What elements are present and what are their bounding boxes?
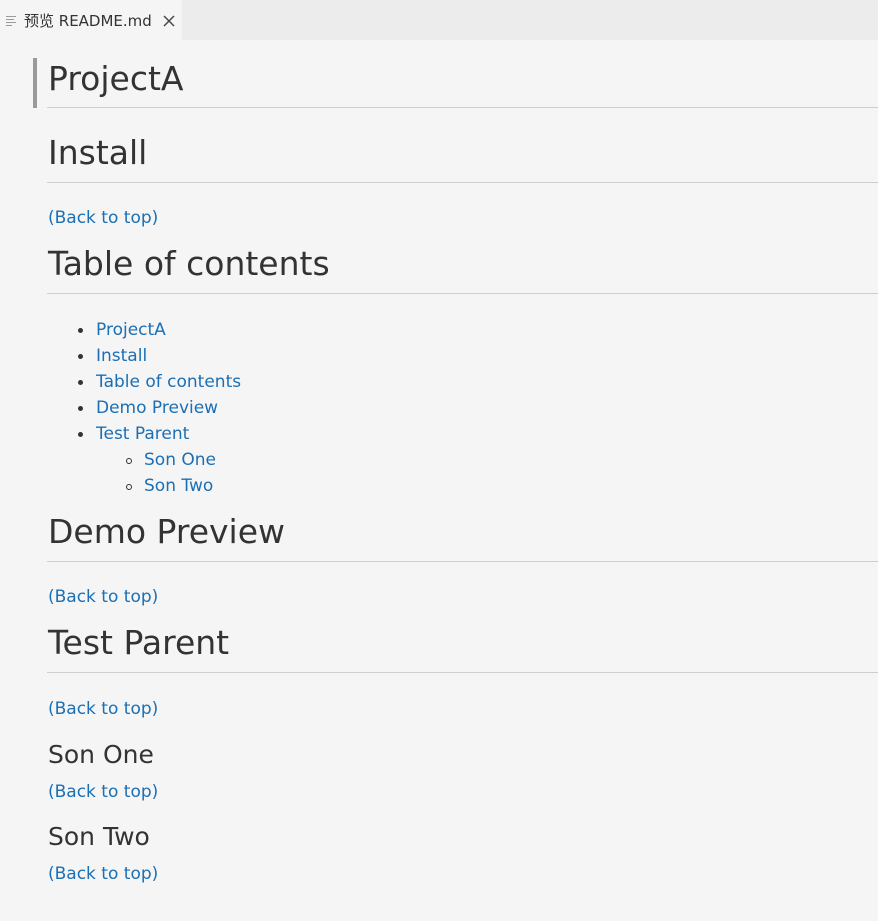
toc-item-test-parent: Test Parent xyxy=(78,426,189,443)
tab-readme-preview[interactable]: 预览 README.md xyxy=(0,0,182,40)
toc-link-son-two[interactable]: Son Two xyxy=(144,478,213,495)
toc-link-son-one[interactable]: Son One xyxy=(144,452,216,469)
back-to-top-link[interactable]: (Back to top) xyxy=(48,701,158,718)
back-to-top-link[interactable]: (Back to top) xyxy=(48,210,158,227)
bullet xyxy=(78,380,83,385)
heading-demo-preview: Demo Preview xyxy=(48,512,285,551)
bullet xyxy=(126,483,132,490)
divider xyxy=(47,182,878,183)
divider xyxy=(47,293,878,294)
toc-item-install: Install xyxy=(78,348,147,365)
heading-son-one: Son One xyxy=(48,740,154,769)
toc-link-table-of-contents[interactable]: Table of contents xyxy=(96,374,241,391)
toc-item-table-of-contents: Table of contents xyxy=(78,374,241,391)
toc-link-projecta[interactable]: ProjectA xyxy=(96,322,166,339)
close-icon[interactable] xyxy=(162,13,176,27)
toc-subitem-son-one: Son One xyxy=(126,452,216,469)
divider xyxy=(47,672,878,673)
divider xyxy=(47,561,878,562)
selection-indicator xyxy=(33,58,37,108)
toc-link-test-parent[interactable]: Test Parent xyxy=(96,426,189,443)
tab-title: 预览 README.md xyxy=(24,11,152,30)
divider xyxy=(47,107,878,108)
toc-subitem-son-two: Son Two xyxy=(126,478,213,495)
heading-install: Install xyxy=(48,133,148,172)
toc-item-projecta: ProjectA xyxy=(78,322,166,339)
toc-link-demo-preview[interactable]: Demo Preview xyxy=(96,400,218,417)
preview-lines-icon xyxy=(6,13,18,27)
bullet xyxy=(78,328,83,333)
heading-projecta: ProjectA xyxy=(48,59,184,98)
heading-son-two: Son Two xyxy=(48,822,150,851)
back-to-top-link[interactable]: (Back to top) xyxy=(48,784,158,801)
toc-item-demo-preview: Demo Preview xyxy=(78,400,218,417)
back-to-top-link[interactable]: (Back to top) xyxy=(48,866,158,883)
back-to-top-link[interactable]: (Back to top) xyxy=(48,589,158,606)
bullet xyxy=(78,354,83,359)
toc-link-install[interactable]: Install xyxy=(96,348,147,365)
bullet xyxy=(78,432,83,437)
editor-tab-bar: 预览 README.md xyxy=(0,0,878,40)
heading-test-parent: Test Parent xyxy=(48,623,230,662)
heading-table-of-contents: Table of contents xyxy=(48,244,330,283)
bullet xyxy=(78,406,83,411)
markdown-preview: ProjectA Install (Back to top) Table of … xyxy=(0,40,878,921)
bullet xyxy=(126,457,132,464)
